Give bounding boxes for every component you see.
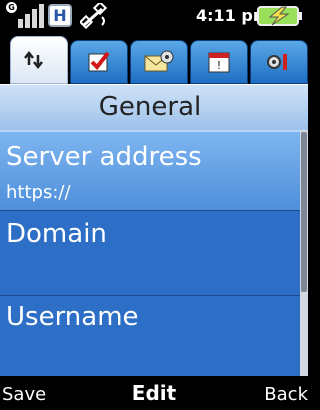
scrollbar[interactable] <box>300 130 308 376</box>
tab-settings[interactable] <box>250 40 308 84</box>
item-label: Username <box>6 302 139 332</box>
sync-icon <box>24 50 43 70</box>
tab-calendar[interactable]: ! <box>190 40 248 84</box>
back-button[interactable]: Back <box>264 384 308 405</box>
checkmark-icon <box>88 51 110 72</box>
settings-icon <box>267 54 287 70</box>
item-label: Domain <box>6 219 107 249</box>
status-bar: G H 4:11 pm <box>0 0 308 32</box>
battery-charging-icon <box>257 6 302 26</box>
tab-bar: ! <box>0 32 308 84</box>
gprs-badge: G <box>6 2 17 13</box>
scrollbar-thumb[interactable] <box>301 132 307 292</box>
softkey-bar: Save Edit Back <box>0 376 308 410</box>
hsdpa-icon: H <box>48 4 72 27</box>
item-value: https:// <box>6 182 71 203</box>
signal-icon: G <box>6 2 46 28</box>
tab-sync[interactable] <box>10 36 68 84</box>
list-item-server-address[interactable]: Server address https:// <box>0 130 300 210</box>
tab-checkmark[interactable] <box>70 40 128 84</box>
list-item-username[interactable]: Username <box>0 296 300 376</box>
svg-text:!: ! <box>217 59 221 72</box>
edit-button[interactable]: Edit <box>0 381 308 405</box>
email-settings-icon <box>144 50 174 72</box>
calendar-icon: ! <box>208 52 230 73</box>
tab-email-settings[interactable] <box>130 40 188 84</box>
page-title: General <box>98 92 202 122</box>
satellite-icon <box>80 3 108 29</box>
page-title-bar: General <box>0 84 308 130</box>
settings-list: Server address https:// Domain Username <box>0 130 300 376</box>
item-label: Server address <box>6 142 202 172</box>
list-item-domain[interactable]: Domain <box>0 211 300 295</box>
